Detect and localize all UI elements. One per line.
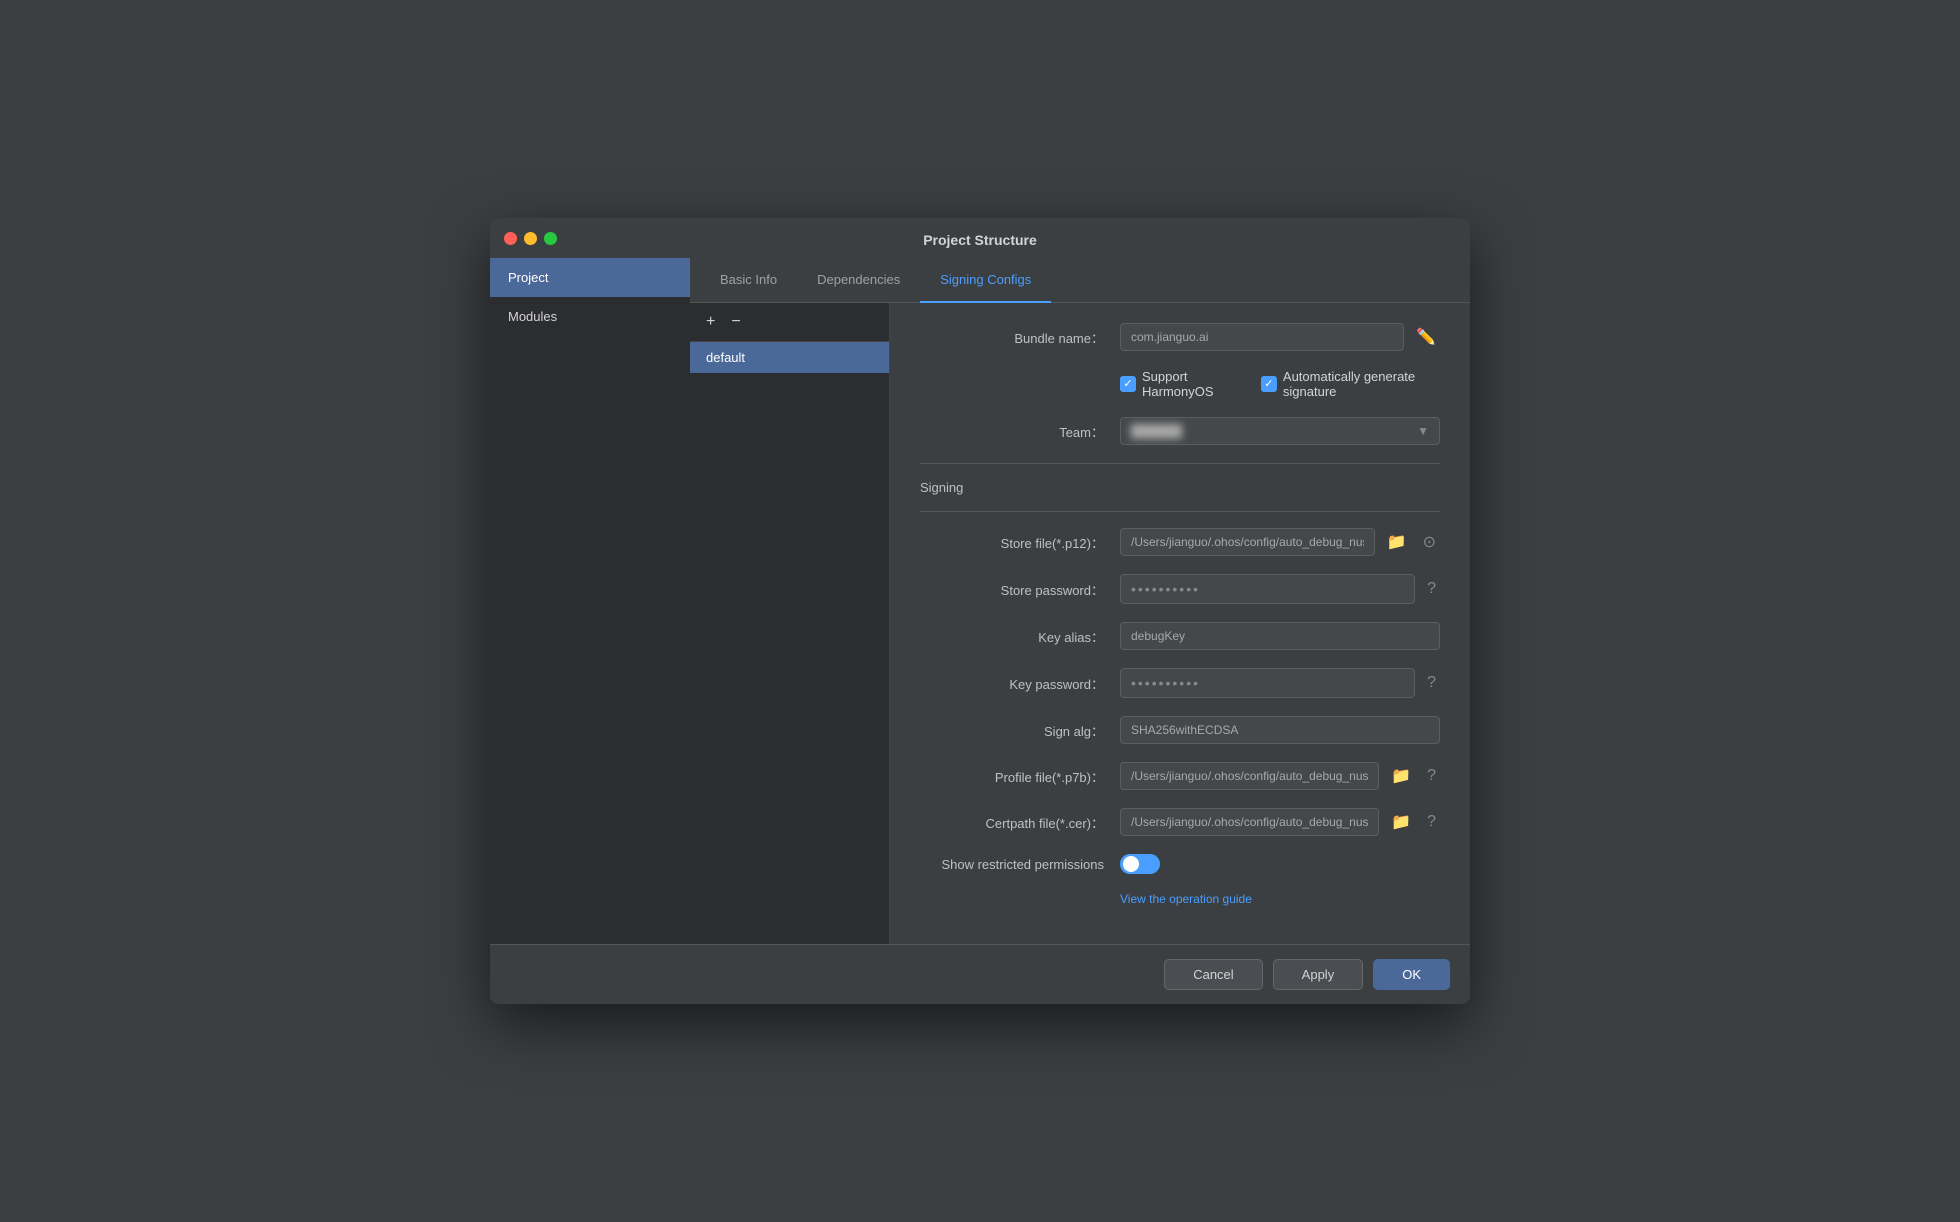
sidebar-item-project[interactable]: Project xyxy=(490,258,690,297)
side-panels: + − default Bundle name： xyxy=(690,303,1470,944)
signing-divider xyxy=(920,463,1440,464)
store-file-control: 📁 ⊙ xyxy=(1120,528,1440,556)
certpath-file-row: Certpath file(*.cer)： 📁 ? xyxy=(920,808,1440,836)
store-file-label: Store file(*.p12)： xyxy=(920,533,1120,552)
certpath-file-control: 📁 ? xyxy=(1120,808,1440,836)
bundle-name-label: Bundle name： xyxy=(920,328,1120,347)
support-harmony-checkbox-box: ✓ xyxy=(1120,376,1136,392)
team-row: Team： ██████ ▼ xyxy=(920,417,1440,445)
fingerprint-store-file-button[interactable]: ⊙ xyxy=(1419,528,1440,556)
key-password-input[interactable] xyxy=(1120,668,1415,698)
auto-signature-checkbox[interactable]: ✓ Automatically generate signature xyxy=(1261,369,1440,399)
checkbox-row: ✓ Support HarmonyOS ✓ Automatically gene… xyxy=(1120,369,1440,399)
ok-button[interactable]: OK xyxy=(1373,959,1450,990)
team-label: Team： xyxy=(920,422,1120,441)
key-alias-control xyxy=(1120,622,1440,650)
title-bar: Project Structure xyxy=(490,218,1470,258)
dialog-body: Project Modules Basic Info Dependencies … xyxy=(490,258,1470,944)
toggle-knob xyxy=(1123,856,1139,872)
profile-file-label: Profile file(*.p7b)： xyxy=(920,767,1120,786)
support-harmony-checkbox[interactable]: ✓ Support HarmonyOS xyxy=(1120,369,1241,399)
profile-file-help-button[interactable]: ? xyxy=(1423,763,1440,789)
tab-basic-info[interactable]: Basic Info xyxy=(700,258,797,303)
show-restricted-toggle[interactable] xyxy=(1120,854,1160,874)
key-alias-label: Key alias： xyxy=(920,627,1120,646)
view-operation-guide-link[interactable]: View the operation guide xyxy=(1120,892,1252,906)
support-harmony-label: Support HarmonyOS xyxy=(1142,369,1241,399)
config-toolbar: + − xyxy=(690,303,889,342)
browse-certpath-button[interactable]: 📁 xyxy=(1387,808,1415,836)
key-alias-row: Key alias： xyxy=(920,622,1440,650)
project-structure-dialog: Project Structure Project Modules Basic … xyxy=(490,218,1470,1004)
config-panel: + − default xyxy=(690,303,890,944)
profile-file-row: Profile file(*.p7b)： 📁 ? xyxy=(920,762,1440,790)
dialog-footer: Cancel Apply OK xyxy=(490,944,1470,1004)
view-guide-control: View the operation guide xyxy=(1120,892,1440,906)
sidebar: Project Modules xyxy=(490,258,690,944)
certpath-file-label: Certpath file(*.cer)： xyxy=(920,813,1120,832)
edit-bundle-name-button[interactable]: ✏️ xyxy=(1412,323,1440,351)
dialog-title: Project Structure xyxy=(923,232,1037,248)
show-restricted-label: Show restricted permissions xyxy=(920,857,1120,872)
signing-section-title: Signing xyxy=(920,480,1440,495)
store-password-control: ? xyxy=(1120,574,1440,604)
team-value: ██████ xyxy=(1131,424,1182,438)
config-item-default[interactable]: default xyxy=(690,342,889,373)
team-dropdown[interactable]: ██████ ▼ xyxy=(1120,417,1440,445)
store-file-input[interactable] xyxy=(1120,528,1375,556)
bundle-name-control: ✏️ xyxy=(1120,323,1440,351)
tab-dependencies[interactable]: Dependencies xyxy=(797,258,920,303)
main-content: Basic Info Dependencies Signing Configs … xyxy=(690,258,1470,944)
tab-signing-configs[interactable]: Signing Configs xyxy=(920,258,1051,303)
close-button[interactable] xyxy=(504,232,517,245)
key-password-control: ? xyxy=(1120,668,1440,698)
profile-file-input[interactable] xyxy=(1120,762,1379,790)
store-password-help-button[interactable]: ? xyxy=(1423,576,1440,602)
profile-file-control: 📁 ? xyxy=(1120,762,1440,790)
form-area: Bundle name： ✏️ ✓ Support HarmonyOS xyxy=(890,303,1470,944)
minimize-button[interactable] xyxy=(524,232,537,245)
sign-alg-control xyxy=(1120,716,1440,744)
signing-divider-2 xyxy=(920,511,1440,512)
store-password-row: Store password： ? xyxy=(920,574,1440,604)
certpath-help-button[interactable]: ? xyxy=(1423,809,1440,835)
dropdown-arrow-icon: ▼ xyxy=(1417,424,1429,438)
view-guide-row: View the operation guide xyxy=(920,892,1440,906)
remove-config-button[interactable]: − xyxy=(727,311,744,333)
auto-signature-label: Automatically generate signature xyxy=(1283,369,1440,399)
config-list: default xyxy=(690,342,889,944)
sidebar-item-modules[interactable]: Modules xyxy=(490,297,690,336)
browse-profile-file-button[interactable]: 📁 xyxy=(1387,762,1415,790)
sign-alg-row: Sign alg： xyxy=(920,716,1440,744)
store-password-label: Store password： xyxy=(920,580,1120,599)
auto-signature-checkbox-box: ✓ xyxy=(1261,376,1277,392)
bundle-name-input[interactable] xyxy=(1120,323,1404,351)
key-password-label: Key password： xyxy=(920,674,1120,693)
add-config-button[interactable]: + xyxy=(702,311,719,333)
show-restricted-row: Show restricted permissions xyxy=(920,854,1440,874)
apply-button[interactable]: Apply xyxy=(1273,959,1364,990)
maximize-button[interactable] xyxy=(544,232,557,245)
store-file-row: Store file(*.p12)： 📁 ⊙ xyxy=(920,528,1440,556)
bundle-name-row: Bundle name： ✏️ xyxy=(920,323,1440,351)
store-password-input[interactable] xyxy=(1120,574,1415,604)
browse-store-file-button[interactable]: 📁 xyxy=(1383,528,1411,556)
tabs: Basic Info Dependencies Signing Configs xyxy=(690,258,1470,303)
sign-alg-label: Sign alg： xyxy=(920,721,1120,740)
key-password-row: Key password： ? xyxy=(920,668,1440,698)
cancel-button[interactable]: Cancel xyxy=(1164,959,1262,990)
show-restricted-control xyxy=(1120,854,1440,874)
window-controls xyxy=(504,232,557,245)
sign-alg-input[interactable] xyxy=(1120,716,1440,744)
key-alias-input[interactable] xyxy=(1120,622,1440,650)
certpath-file-input[interactable] xyxy=(1120,808,1379,836)
team-control: ██████ ▼ xyxy=(1120,417,1440,445)
key-password-help-button[interactable]: ? xyxy=(1423,670,1440,696)
